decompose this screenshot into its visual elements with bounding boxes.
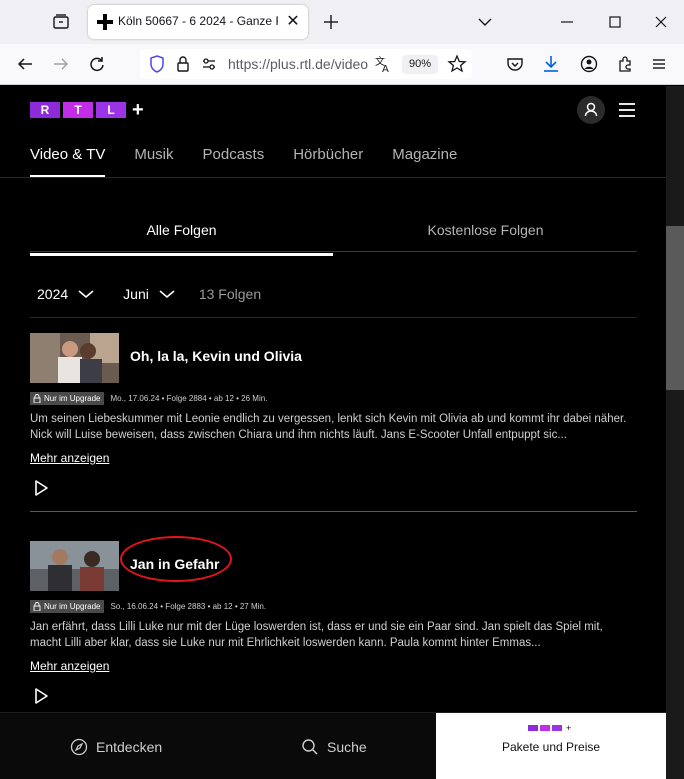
tab-alle-folgen[interactable]: Alle Folgen (30, 222, 333, 256)
suche-label: Suche (327, 738, 367, 755)
pakete-und-preise-button[interactable]: + Pakete und Preise (436, 713, 666, 779)
zoom-level-badge[interactable]: 90% (402, 55, 438, 74)
entdecken-button[interactable]: Entdecken (70, 713, 162, 779)
upgrade-badge: Nur im Upgrade (30, 599, 105, 613)
mini-logo-plus: + (566, 723, 572, 733)
main-navigation: Video & TV Musik Podcasts Hörbücher Maga… (30, 146, 457, 177)
downloads-icon[interactable] (540, 53, 562, 75)
mehr-anzeigen-link[interactable]: Mehr anzeigen (30, 659, 109, 673)
svg-text:A: A (382, 64, 389, 75)
logo-letter-r: R (30, 102, 60, 118)
browser-navbar: https://plus.rtl.de/video-tv 文A 90% (0, 44, 684, 85)
episode-thumbnail[interactable] (30, 333, 119, 383)
month-value: Juni (123, 286, 149, 302)
bottom-navigation: Entdecken Suche + Pakete und Preise (0, 712, 666, 779)
episode-subtabs: Alle Folgen Kostenlose Folgen (30, 218, 637, 256)
episode-description: Jan erfährt, dass Lilli Luke nur mit der… (30, 621, 603, 649)
episode-meta: Nur im Upgrade Mo., 17.06.24 • Folge 288… (30, 391, 267, 405)
list-all-tabs-icon[interactable] (474, 11, 496, 33)
pakete-und-preise-label: Pakete und Preise (501, 740, 601, 754)
profile-button[interactable] (577, 96, 605, 124)
episode-thumbnail[interactable] (30, 541, 119, 591)
back-arrow-icon[interactable] (14, 53, 36, 75)
compass-icon (70, 738, 88, 755)
page-scrollbar[interactable] (666, 86, 684, 779)
lock-icon (33, 393, 41, 403)
nav-musik[interactable]: Musik (134, 146, 173, 177)
entdecken-label: Entdecken (96, 738, 163, 755)
minimize-icon[interactable] (556, 11, 578, 33)
browser-tabbar: Köln 50667 - 6 2024 - Ganze Folgen ✕ (0, 0, 684, 44)
lock-icon (33, 601, 41, 611)
nav-magazine[interactable]: Magazine (392, 146, 457, 177)
mini-logo-box (552, 725, 562, 731)
episode-count: 13 Folgen (198, 286, 262, 302)
nav-video-tv[interactable]: Video & TV (30, 146, 106, 177)
logo-letter-t: T (63, 102, 93, 118)
nav-hoerbuecher[interactable]: Hörbücher (293, 146, 363, 177)
reload-icon[interactable] (86, 53, 108, 75)
year-select[interactable]: 2024 (37, 286, 94, 302)
upgrade-badge-label: Nur im Upgrade (44, 393, 101, 403)
red-circle-annotation (120, 536, 232, 582)
rtl-plus-mini-logo: + (528, 723, 572, 733)
year-value: 2024 (37, 286, 69, 302)
mehr-anzeigen-link[interactable]: Mehr anzeigen (30, 451, 109, 465)
episode-meta-text: Mo., 17.06.24 • Folge 2884 • ab 12 • 26 … (110, 393, 268, 403)
chevron-down-icon (78, 290, 94, 299)
new-tab-icon[interactable] (320, 11, 342, 33)
rtl-plus-page: R T L + Video & TV Musik Podcasts Hörbüc… (0, 86, 666, 779)
url-text[interactable]: https://plus.rtl.de/video-tv (228, 56, 368, 72)
chevron-down-icon (159, 290, 175, 299)
episode-meta: Nur im Upgrade So., 16.06.24 • Folge 288… (30, 599, 266, 613)
rtl-plus-favicon-icon (96, 13, 114, 31)
nav-divider (0, 177, 666, 178)
search-icon (302, 738, 318, 755)
episode-title[interactable]: Oh, la la, Kevin und Olivia (130, 348, 302, 364)
tab-list-icon[interactable] (50, 11, 72, 33)
maximize-icon[interactable] (604, 11, 626, 33)
episode-divider (30, 511, 637, 512)
nav-podcasts[interactable]: Podcasts (203, 146, 265, 177)
account-icon[interactable] (578, 53, 600, 75)
close-window-icon[interactable] (650, 11, 672, 33)
app-menu-icon[interactable] (648, 53, 670, 75)
episode-meta-text: So., 16.06.24 • Folge 2883 • ab 12 • 27 … (110, 601, 267, 611)
close-tab-icon[interactable]: ✕ (284, 13, 302, 31)
translate-icon[interactable]: 文A (372, 53, 394, 75)
scrollbar-thumb[interactable] (666, 226, 684, 390)
episode-filters: 2024 Juni 13 Folgen (30, 282, 261, 306)
bookmark-star-icon[interactable] (446, 53, 468, 75)
episode-description: Um seinen Liebeskummer mit Leonie endlic… (30, 413, 627, 441)
upgrade-badge: Nur im Upgrade (30, 391, 105, 405)
browser-tab-active[interactable]: Köln 50667 - 6 2024 - Ganze Folgen ✕ (88, 5, 308, 39)
pocket-icon[interactable] (504, 53, 526, 75)
mini-logo-box (540, 725, 550, 731)
forward-arrow-icon[interactable] (50, 53, 72, 75)
permissions-icon[interactable] (198, 53, 220, 75)
extensions-icon[interactable] (614, 53, 636, 75)
mini-logo-box (528, 725, 538, 731)
hamburger-menu-icon[interactable] (617, 100, 637, 120)
logo-letter-l: L (96, 102, 126, 118)
tab-kostenlose-folgen[interactable]: Kostenlose Folgen (334, 222, 637, 252)
lock-icon[interactable] (172, 53, 194, 75)
rtl-plus-logo[interactable]: R T L + (30, 99, 144, 121)
filters-divider (30, 317, 637, 318)
logo-plus: + (132, 99, 144, 121)
url-bar[interactable]: https://plus.rtl.de/video-tv 文A 90% (140, 49, 472, 79)
play-icon[interactable] (32, 479, 50, 497)
month-select[interactable]: Juni (123, 286, 175, 302)
shield-icon[interactable] (146, 53, 168, 75)
suche-button[interactable]: Suche (301, 713, 367, 779)
tab-title: Köln 50667 - 6 2024 - Ganze Folgen (118, 14, 278, 28)
upgrade-badge-label: Nur im Upgrade (44, 601, 101, 611)
play-icon[interactable] (32, 687, 50, 705)
